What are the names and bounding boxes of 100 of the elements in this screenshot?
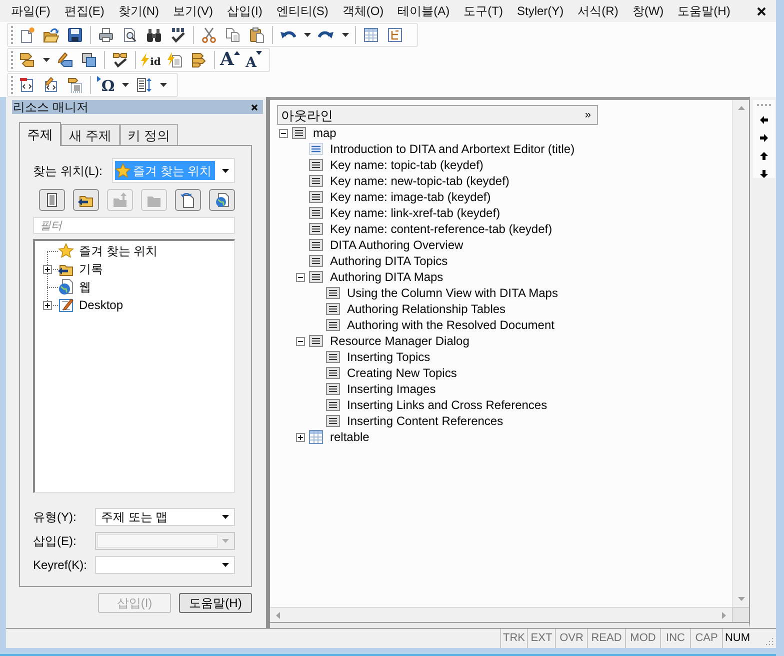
caret-icon <box>222 563 229 567</box>
caret-icon <box>222 539 229 543</box>
table-icon[interactable] <box>363 27 379 43</box>
edit-tag-icon[interactable] <box>57 52 73 68</box>
collapse-icon[interactable] <box>296 272 305 282</box>
new-document-icon[interactable] <box>19 27 35 43</box>
outline-item[interactable]: Inserting Topics <box>347 351 430 363</box>
topic-icon <box>326 383 340 395</box>
outline-item[interactable]: DITA Authoring Overview <box>330 239 464 251</box>
print-preview-icon[interactable] <box>122 27 138 43</box>
lightning-id-button[interactable]: id <box>139 49 163 71</box>
dropdown-caret-icon[interactable] <box>160 83 166 87</box>
dropdown[interactable]: 주제 또는 맵 <box>95 508 235 526</box>
outline-item[interactable]: Inserting Links and Cross References <box>347 399 548 411</box>
dropdown-caret-icon[interactable] <box>342 33 348 37</box>
web-button[interactable] <box>209 189 235 211</box>
outline-item[interactable]: map <box>313 127 336 139</box>
open-folder-icon[interactable] <box>43 27 59 43</box>
dialog-button[interactable]: 도움말(H) <box>179 593 252 613</box>
menu-item[interactable]: 보기(V) <box>166 1 220 21</box>
dropdown-caret-icon[interactable] <box>122 83 128 87</box>
outline-item[interactable]: Key name: topic-tab (keydef) <box>330 159 484 171</box>
menu-item[interactable]: 도움말(H) <box>670 1 738 21</box>
tag-pair-icon[interactable] <box>19 52 35 68</box>
tree-item[interactable]: 웹 <box>79 278 91 296</box>
symbol-button[interactable]: Ω <box>94 74 118 96</box>
tag-stack-icon[interactable] <box>191 52 207 68</box>
overlap-squares-icon[interactable] <box>81 52 97 68</box>
menu-item[interactable]: 삽입(I) <box>220 1 270 21</box>
outline-item[interactable]: Key name: new-topic-tab (keydef) <box>330 175 510 187</box>
filter-field[interactable]: 필터 <box>33 217 235 234</box>
arrow-up-icon[interactable] <box>760 152 768 160</box>
menu-item[interactable]: 파일(F) <box>4 1 58 21</box>
menu-item[interactable]: 도구(T) <box>456 1 510 21</box>
arrow-left-icon[interactable] <box>760 116 768 124</box>
outline-item[interactable]: Resource Manager Dialog <box>330 335 470 347</box>
outline-item[interactable]: Introduction to DITA and Arbortext Editor (title) <box>330 143 575 155</box>
tree-item[interactable]: Desktop <box>79 296 124 314</box>
outline-item[interactable]: Key name: image-tab (keydef) <box>330 191 491 203</box>
dropdown-caret-icon[interactable] <box>304 33 310 37</box>
collapse-icon[interactable] <box>279 128 288 138</box>
copy-icon[interactable] <box>225 27 241 43</box>
grow-font-button[interactable]: A <box>218 49 242 71</box>
menu-item[interactable]: Styler(Y) <box>510 1 571 21</box>
tab[interactable]: 키 정의 <box>120 124 178 145</box>
lightning-document-icon[interactable] <box>167 52 183 68</box>
outline-item[interactable]: Using the Column View with DITA Maps <box>347 287 558 299</box>
caret-icon <box>222 515 229 519</box>
check-tags-icon[interactable] <box>112 52 128 68</box>
outline-item[interactable]: Authoring with the Resolved Document <box>347 319 554 331</box>
menu-item[interactable]: 창(W) <box>625 1 671 21</box>
caret-up-icon <box>234 51 240 55</box>
menu-item[interactable]: 찾기(N) <box>111 1 166 21</box>
overflow-button[interactable]: » <box>584 110 591 120</box>
print-icon[interactable] <box>98 27 114 43</box>
scissors-icon[interactable] <box>201 27 217 43</box>
tag-list-icon[interactable] <box>67 77 83 93</box>
tree-item[interactable]: 기록 <box>79 260 103 278</box>
outline-item[interactable]: Key name: content-reference-tab (keydef) <box>330 223 552 235</box>
tab[interactable]: 주제 <box>19 122 61 146</box>
line-spacing-icon[interactable] <box>136 77 152 93</box>
document-list-button[interactable] <box>39 189 65 211</box>
back-folder-button[interactable] <box>73 189 99 211</box>
shrink-font-button[interactable]: A <box>242 49 266 71</box>
save-icon[interactable] <box>67 27 83 43</box>
spellcheck-icon[interactable] <box>170 27 186 43</box>
close-icon[interactable] <box>251 104 258 110</box>
expand-icon[interactable] <box>42 264 52 274</box>
menu-item[interactable]: 편집(E) <box>57 1 112 21</box>
menu-item[interactable]: 엔티티(S) <box>269 1 336 21</box>
outline-item[interactable]: reltable <box>330 431 370 443</box>
title-icon <box>309 143 323 155</box>
expand-icon[interactable] <box>296 432 305 442</box>
outline-item[interactable]: Authoring DITA Maps <box>330 271 444 283</box>
outline-item[interactable]: Inserting Images <box>347 383 436 395</box>
star-icon <box>58 243 74 259</box>
tree-view-icon[interactable] <box>387 27 403 43</box>
paste-icon[interactable] <box>249 27 265 43</box>
close-icon[interactable] <box>757 6 766 16</box>
panel-title: 리소스 매니저 <box>13 101 88 113</box>
markup-document-icon[interactable] <box>19 77 35 93</box>
menu-item[interactable]: 서식(R) <box>570 1 626 21</box>
dropdown-caret-icon[interactable] <box>42 58 50 62</box>
arrow-right-icon[interactable] <box>760 134 768 142</box>
tab[interactable]: 새 주제 <box>61 124 120 145</box>
collapse-icon[interactable] <box>296 336 305 346</box>
outline-item[interactable]: Authoring DITA Topics <box>330 255 448 267</box>
tree-item[interactable]: 즐겨 찾는 위치 <box>79 242 158 260</box>
arrow-down-icon[interactable] <box>760 170 768 178</box>
expand-icon[interactable] <box>42 300 52 310</box>
lightning-icon <box>141 53 150 67</box>
edit-markup-icon[interactable] <box>43 77 59 93</box>
binoculars-icon[interactable] <box>146 27 162 43</box>
menu-item[interactable]: 테이블(A) <box>390 1 457 21</box>
outline-item[interactable]: Creating New Topics <box>347 367 457 379</box>
outline-item[interactable]: Key name: link-xref-tab (keydef) <box>330 207 500 219</box>
menu-item[interactable]: 객체(O) <box>335 1 391 21</box>
outline-item[interactable]: Inserting Content References <box>347 415 504 427</box>
refresh-button[interactable] <box>175 189 201 211</box>
outline-item[interactable]: Authoring Relationship Tables <box>347 303 506 315</box>
